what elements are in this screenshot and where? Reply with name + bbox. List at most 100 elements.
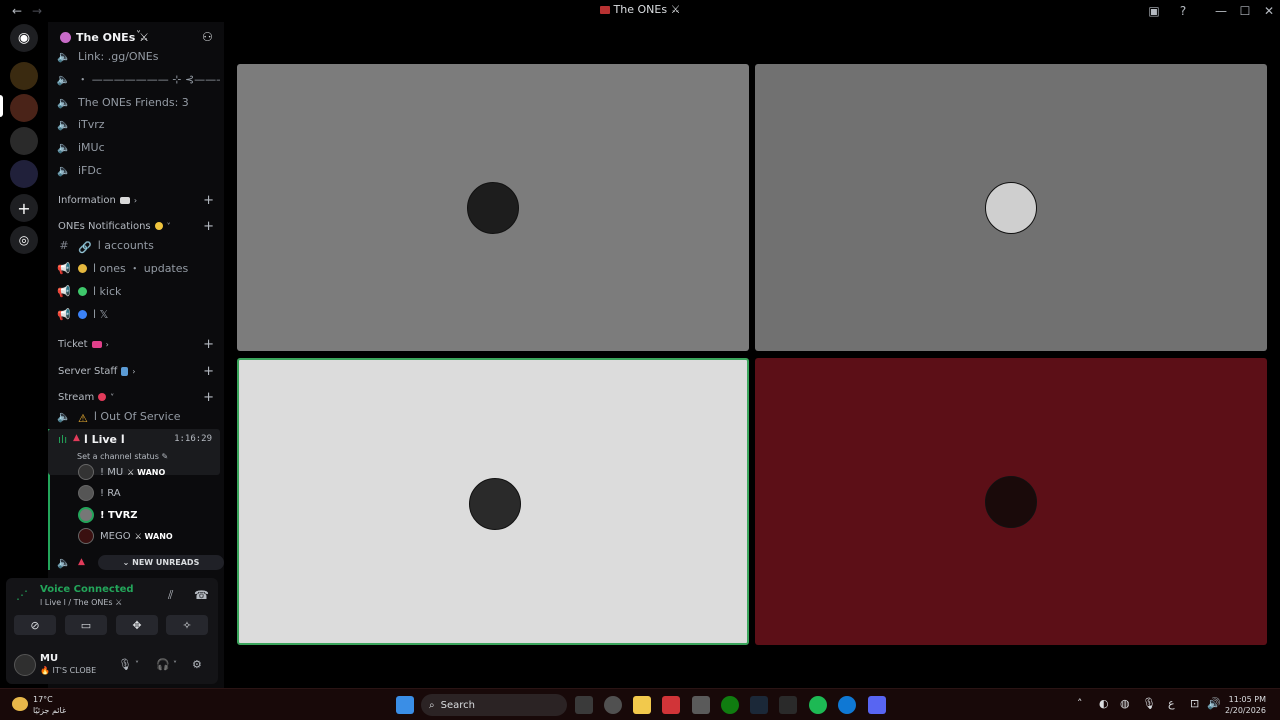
discord-home-icon[interactable]: ◉ <box>10 24 38 52</box>
app-icon[interactable] <box>604 696 622 714</box>
user-status: 🔥 IT'S CLOBE <box>40 666 97 675</box>
discover-icon[interactable]: ◎ <box>10 226 38 254</box>
set-status-link[interactable]: Set a channel status ✎ <box>77 452 168 461</box>
category-label: Stream <box>58 391 95 403</box>
search-icon: ⌕ <box>429 699 435 711</box>
edge-icon[interactable] <box>838 696 856 714</box>
microphone-icon[interactable]: 🎙 <box>1142 697 1156 710</box>
user-name[interactable]: MU <box>40 653 58 664</box>
emoji-icon <box>78 286 87 296</box>
xbox-icon[interactable] <box>721 696 739 714</box>
epic-games-icon[interactable] <box>779 696 797 714</box>
video-tile[interactable] <box>237 64 749 351</box>
video-tile[interactable] <box>755 358 1267 645</box>
ticket-icon <box>91 340 102 348</box>
windows-start-icon[interactable] <box>396 696 414 714</box>
minimize-icon[interactable]: — <box>1212 3 1230 19</box>
microphone-icon[interactable]: 🎙 <box>118 658 132 671</box>
language-indicator[interactable]: ع <box>1168 697 1175 710</box>
member-tag: ⚔ WANO <box>127 467 166 477</box>
chevron-down-icon[interactable]: ˅ <box>136 30 141 41</box>
category-notifications[interactable]: ONEs Notifications ˅ + <box>58 218 218 234</box>
clock[interactable]: 11:05 PM 2/20/2026 <box>1225 694 1266 716</box>
inbox-icon[interactable]: ▣ <box>1145 3 1163 19</box>
channel-item[interactable]: 🔈 ⚠ ا Out Of Service <box>56 406 220 426</box>
channel-label: ا 𝕏 <box>93 307 109 321</box>
search-box[interactable]: ⌕ Search <box>421 694 567 716</box>
record-icon <box>98 393 107 401</box>
category-label: Ticket <box>58 338 88 350</box>
network-icon[interactable]: ⊡ <box>1190 697 1199 710</box>
file-explorer-icon[interactable] <box>633 696 651 714</box>
video-tile[interactable] <box>755 64 1267 351</box>
voice-channel-path[interactable]: ا Live ا / The ONEs ⚔ <box>40 598 122 607</box>
screen-share-button[interactable]: ▭ <box>65 615 107 635</box>
server-icon-wano[interactable] <box>10 62 38 90</box>
volume-icon[interactable]: 🔊 <box>1207 697 1221 710</box>
taskbar: 17°C غائم جزئيًا ⌕ Search ˄ ◐ ◍ 🎙 ع ⊡ 🔊 11… <box>0 688 1280 720</box>
add-channel-icon[interactable]: + <box>203 337 214 352</box>
channel-item[interactable]: 🔈 iMUc <box>56 137 220 157</box>
add-channel-icon[interactable]: + <box>203 364 214 379</box>
chevron-down-icon[interactable]: ˅ <box>135 660 139 669</box>
weather-widget[interactable]: 17°C غائم جزئيًا <box>33 694 66 716</box>
activities-button[interactable]: ✥ <box>116 615 158 635</box>
category-staff[interactable]: Server Staff › + <box>58 363 218 379</box>
channel-item[interactable]: 📢 ا 𝕏 <box>56 304 220 324</box>
add-channel-icon[interactable]: + <box>203 219 214 234</box>
soundboard-button[interactable]: ✧ <box>166 615 208 635</box>
new-unreads-button[interactable]: ⌄ NEW UNREADS <box>98 555 224 570</box>
server-icon-3[interactable] <box>10 127 38 155</box>
voice-connected-label[interactable]: Voice Connected <box>40 584 134 595</box>
chevron-up-icon[interactable]: ˄ <box>1077 697 1083 710</box>
channel-label: iMUc <box>78 140 105 154</box>
avatar[interactable] <box>14 654 36 676</box>
voice-member[interactable]: ! RA <box>78 483 218 503</box>
steam-icon[interactable] <box>750 696 768 714</box>
channel-label: ا ones ・ updates <box>93 262 189 275</box>
maximize-icon[interactable]: ☐ <box>1236 3 1254 19</box>
task-view-icon[interactable] <box>575 696 593 714</box>
close-icon[interactable]: ✕ <box>1260 3 1278 19</box>
video-tile-speaking[interactable] <box>237 358 749 645</box>
add-channel-icon[interactable]: + <box>203 390 214 405</box>
server-folder-icon[interactable] <box>10 160 38 188</box>
chevron-down-icon: ˅ <box>110 392 115 402</box>
voice-member[interactable]: MEGO ⚔ WANO <box>78 526 218 546</box>
flag-icon <box>599 6 610 14</box>
hash-icon: # <box>59 238 69 252</box>
tray-app-icon[interactable]: ◍ <box>1120 697 1130 710</box>
spotify-icon[interactable] <box>809 696 827 714</box>
discord-icon[interactable] <box>868 696 886 714</box>
category-information[interactable]: Information › + <box>58 192 218 208</box>
category-stream[interactable]: Stream ˅ + <box>58 389 218 405</box>
channel-item[interactable]: 🔈 iTvrz <box>56 114 220 134</box>
signal-icon[interactable]: ⋰ <box>16 588 28 602</box>
headphones-icon[interactable]: 🎧 <box>156 658 170 671</box>
channel-item[interactable]: 🔈 ・ ——————— ⊹ ⊰——— <box>56 69 220 89</box>
voice-member[interactable]: ! MU ⚔ WANO <box>78 462 218 482</box>
channel-item[interactable]: 📢 ا ones ・ updates <box>56 258 220 278</box>
help-icon[interactable]: ? <box>1174 3 1192 19</box>
server-icon-the-ones[interactable] <box>10 94 38 122</box>
noise-suppression-icon[interactable]: ⫽ <box>168 588 173 603</box>
invite-user-icon[interactable]: ⚇ <box>202 30 213 44</box>
disconnect-icon[interactable]: ☎ <box>194 588 209 602</box>
gear-icon[interactable]: ⚙ <box>192 658 202 671</box>
weather-temp: 17°C <box>33 695 53 704</box>
add-channel-icon[interactable]: + <box>203 193 214 208</box>
warning-icon: ⚠ <box>78 411 88 425</box>
camera-off-button[interactable]: ⊘ <box>14 615 56 635</box>
voice-member[interactable]: ! TVRZ <box>78 505 218 525</box>
add-server-icon[interactable]: + <box>10 194 38 222</box>
channel-item[interactable]: 🔈 iFDc <box>56 160 220 180</box>
category-ticket[interactable]: Ticket › + <box>58 336 218 352</box>
channel-item[interactable]: # 🔗 ا accounts <box>56 235 220 255</box>
channel-item[interactable]: 📢 ا kick <box>56 281 220 301</box>
store-icon[interactable] <box>692 696 710 714</box>
tray-app-icon[interactable]: ◐ <box>1099 697 1109 710</box>
chevron-down-icon[interactable]: ˅ <box>173 660 177 669</box>
channel-item[interactable]: 🔈 Link: .gg/ONEs <box>56 46 220 66</box>
channel-item[interactable]: 🔈 The ONEs Friends: 3 <box>56 92 220 112</box>
amd-icon[interactable] <box>662 696 680 714</box>
